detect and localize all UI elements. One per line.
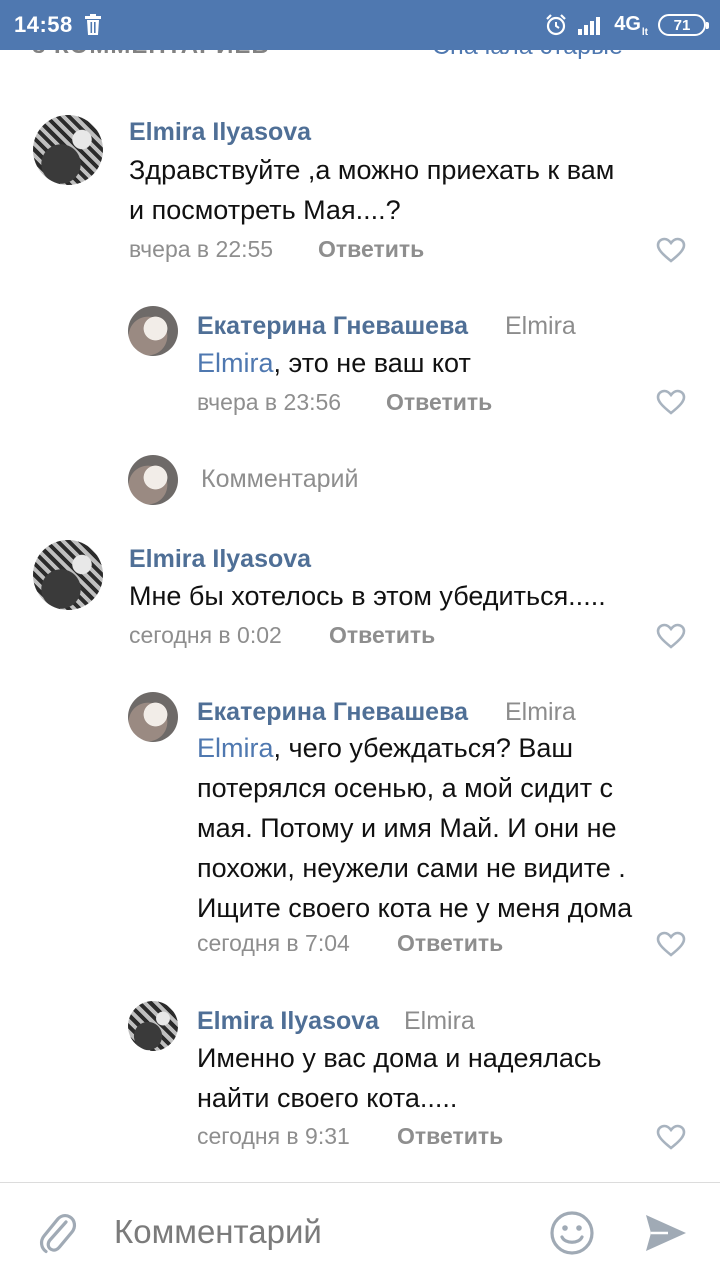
reply-button[interactable]: Ответить (318, 236, 424, 263)
avatar[interactable] (33, 115, 103, 185)
reply-button[interactable]: Ответить (397, 930, 503, 957)
reply-to-name[interactable]: Elmira (404, 1007, 475, 1036)
comment-reply-item: Elmira Ilyasova Elmira Именно у вас дома… (0, 995, 720, 1155)
comment-author[interactable]: Elmira Ilyasova (129, 118, 311, 147)
comment-author[interactable]: Екатерина Гневашева (197, 312, 468, 341)
mention-link[interactable]: Elmira (197, 348, 274, 378)
comment-text: Elmira, это не ваш кот (197, 348, 471, 378)
alarm-icon (546, 14, 566, 36)
comment-text: Здравствуйте ,а можно приехать к вам и п… (129, 155, 615, 225)
comment-item: Elmira Ilyasova Здравствуйте ,а можно пр… (0, 110, 720, 270)
like-heart-icon[interactable] (656, 931, 686, 957)
comment-text: Именно у вас дома и надеялась найти свое… (197, 1043, 602, 1113)
reply-to-name[interactable]: Elmira (505, 312, 576, 341)
comment-author[interactable]: Elmira Ilyasova (129, 545, 311, 574)
like-heart-icon[interactable] (656, 1124, 686, 1150)
send-icon[interactable] (644, 1213, 688, 1253)
reply-button[interactable]: Ответить (329, 622, 435, 649)
like-heart-icon[interactable] (656, 389, 686, 415)
comment-input[interactable]: Комментарий (114, 1213, 322, 1251)
avatar[interactable] (128, 1001, 178, 1051)
avatar[interactable] (33, 540, 103, 610)
comment-reply-item: Екатерина Гневашева Elmira Elmira, чего … (0, 686, 720, 966)
comment-text: Elmira, чего убеждаться? Ваш потерялся о… (197, 733, 633, 923)
network-type: 4Glt (614, 12, 648, 38)
status-bar: 14:58 4Glt 71 (0, 0, 720, 50)
battery-indicator: 71 (658, 14, 709, 36)
paperclip-icon[interactable] (36, 1208, 78, 1256)
comment-author[interactable]: Elmira Ilyasova (197, 1007, 379, 1036)
like-heart-icon[interactable] (656, 237, 686, 263)
comment-author[interactable]: Екатерина Гневашева (197, 698, 468, 727)
comment-time: вчера в 22:55 (129, 236, 274, 262)
trash-notification-icon (85, 14, 101, 35)
comment-time: вчера в 23:56 (197, 389, 342, 415)
comment-item: Elmira Ilyasova Мне бы хотелось в этом у… (0, 535, 720, 660)
mention-link[interactable]: Elmira (197, 733, 274, 763)
avatar[interactable] (128, 692, 178, 742)
comment-time: сегодня в 0:02 (129, 622, 282, 648)
reply-button[interactable]: Ответить (386, 389, 492, 416)
comment-time: сегодня в 9:31 (197, 1123, 350, 1149)
comment-text: Мне бы хотелось в этом убедиться..... (129, 581, 606, 611)
thread-reply-placeholder[interactable]: Комментарий (201, 465, 358, 494)
thread-reply-field[interactable]: Комментарий (0, 450, 720, 510)
reply-to-name[interactable]: Elmira (505, 698, 576, 727)
comment-reply-item: Екатерина Гневашева Elmira Elmira, это н… (0, 300, 720, 420)
reply-button[interactable]: Ответить (397, 1123, 503, 1150)
status-time: 14:58 (14, 12, 73, 37)
avatar[interactable] (128, 306, 178, 356)
signal-icon (578, 17, 601, 35)
comment-time: сегодня в 7:04 (197, 930, 350, 956)
avatar (128, 455, 178, 505)
like-heart-icon[interactable] (656, 623, 686, 649)
smiley-icon[interactable] (549, 1210, 595, 1256)
comment-composer: Комментарий (0, 1182, 720, 1280)
